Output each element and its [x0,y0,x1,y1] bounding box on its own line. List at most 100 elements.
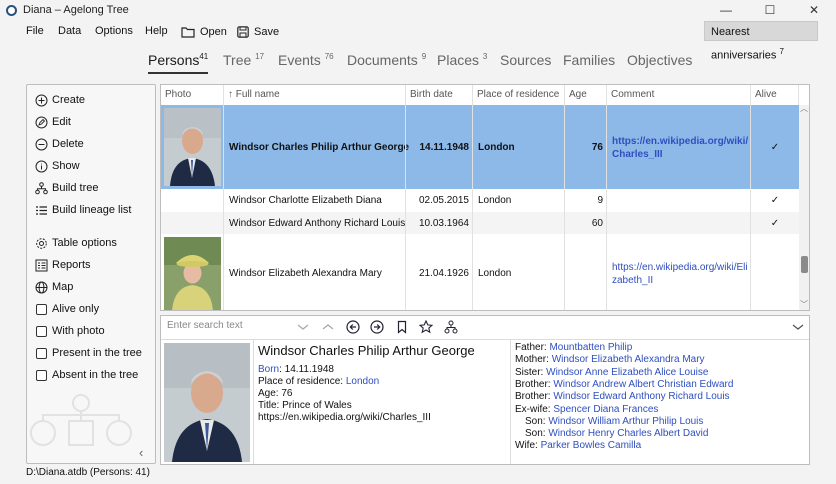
relation-link[interactable]: Windsor William Arthur Philip Louis [548,416,703,427]
tab-label: Persons [148,52,200,68]
col-header-photo[interactable]: Photo [161,85,224,105]
cell-alive: ✓ [770,217,780,229]
table-scrollbar[interactable]: ︿ ﹀ [799,103,809,310]
relation-link[interactable]: Windsor Anne Elizabeth Alice Louise [546,367,708,378]
tab-events[interactable]: Events 76 [278,52,334,68]
with-photo-checkbox[interactable]: With photo [35,323,105,339]
col-divider [564,85,565,310]
relation-link[interactable]: Windsor Henry Charles Albert David [548,428,708,439]
show-button[interactable]: Show [35,158,80,174]
menu-options[interactable]: Options [95,25,133,37]
cell-age: 9 [597,195,603,206]
relation-label: Wife: [515,440,541,452]
title-bar: Diana – Agelong Tree — ☐ ✕ [0,0,836,21]
edit-button[interactable]: Edit [35,114,71,130]
tab-count: 17 [255,52,265,61]
create-button[interactable]: Create [35,92,85,108]
collapse-panel-icon[interactable] [791,320,805,334]
chevron-up-icon[interactable] [321,320,335,334]
relation-link[interactable]: Windsor Edward Anthony Richard Louis [553,391,729,402]
open-button[interactable]: Open [181,24,227,40]
back-arrow-icon[interactable] [346,320,360,334]
relation-item: Brother: Windsor Andrew Albert Christian… [515,379,733,390]
cell-comment-link-cont[interactable]: Charles_III [612,149,663,160]
table-options-button[interactable]: Table options [35,235,117,251]
tab-label: Tree [223,52,252,68]
status-bar: D:\Diana.atdb (Persons: 41) [26,467,150,478]
menu-file[interactable]: File [26,25,44,37]
edit-label: Edit [52,116,71,128]
map-button[interactable]: Map [35,279,73,295]
forward-arrow-icon[interactable] [370,320,384,334]
checkbox-box[interactable] [36,369,47,381]
born-link[interactable]: Born [258,364,279,375]
menu-help[interactable]: Help [145,25,168,37]
col-divider [223,85,224,310]
collapse-sidebar-icon[interactable]: ‹ [139,445,143,460]
cell-comment-link[interactable]: https://en.wikipedia.org/wiki/ [612,136,748,147]
present-in-tree-checkbox[interactable]: Present in the tree [35,345,142,361]
wiki-link[interactable]: https://en.wikipedia.org/wiki/Charles_II… [258,412,431,423]
minimize-button[interactable]: — [704,0,748,21]
born-line: Born: 14.11.1948 [258,364,334,375]
relation-link[interactable]: Spencer Diana Frances [553,404,658,415]
search-input[interactable]: Enter search text [167,320,243,331]
alive-only-checkbox[interactable]: Alive only [35,301,99,317]
close-button[interactable]: ✕ [792,0,836,21]
tab-persons[interactable]: Persons41 [148,52,209,74]
build-lineage-button[interactable]: Build lineage list [35,202,132,218]
col-header-place[interactable]: Place of residence [473,85,565,105]
save-button[interactable]: Save [237,24,279,40]
menu-data[interactable]: Data [58,25,81,37]
residence-link[interactable]: London [346,376,379,387]
relation-label: Son: [525,428,549,440]
show-label: Show [52,160,80,172]
detail-divider [510,340,511,464]
relation-item: Father: Mountbatten Philip [515,342,632,353]
table-options-label: Table options [52,237,117,249]
maximize-button[interactable]: ☐ [748,0,792,21]
reports-button[interactable]: Reports [35,257,91,273]
relation-link[interactable]: Windsor Andrew Albert Christian Edward [553,379,733,390]
cell-comment-link[interactable]: https://en.wikipedia.org/wiki/Eli [612,262,748,273]
relation-label: Sister: [515,366,547,378]
alive-only-label: Alive only [52,303,100,315]
tab-sources[interactable]: Sources [500,52,551,68]
tree-icon[interactable] [444,320,458,334]
scroll-thumb[interactable] [801,256,808,273]
absent-in-tree-checkbox[interactable]: Absent in the tree [35,367,138,383]
tab-families[interactable]: Families [563,52,615,68]
open-label: Open [200,26,227,38]
chevron-down-icon[interactable] [296,320,310,334]
relation-item: Wife: Parker Bowles Camilla [515,440,641,451]
col-header-full-name[interactable]: ↑ Full name [224,85,406,105]
relation-link[interactable]: Parker Bowles Camilla [541,440,642,451]
tab-count: 76 [324,52,334,61]
relation-item: Brother: Windsor Edward Anthony Richard … [515,391,730,402]
relation-link[interactable]: Mountbatten Philip [549,342,632,353]
col-header-alive[interactable]: Alive [751,85,799,105]
delete-button[interactable]: Delete [35,136,84,152]
checkbox-box[interactable] [36,325,47,337]
col-header-age[interactable]: Age [565,85,607,105]
build-tree-button[interactable]: Build tree [35,180,98,196]
reports-label: Reports [52,259,91,271]
tab-objectives[interactable]: Objectives [627,52,692,68]
checkbox-box[interactable] [36,347,47,359]
col-header-comment[interactable]: Comment [607,85,751,105]
tab-tree[interactable]: Tree 17 [223,52,264,68]
bookmark-icon[interactable] [395,320,409,334]
nearest-anniversaries-button[interactable]: Nearest anniversaries 7 [704,21,818,62]
scroll-down-icon[interactable]: ﹀ [800,299,808,310]
star-icon[interactable] [419,320,433,334]
cell-comment-link-cont[interactable]: zabeth_II [612,275,653,286]
tab-documents[interactable]: Documents 9 [347,52,426,68]
delete-label: Delete [52,138,84,150]
scroll-up-icon[interactable]: ︿ [800,103,808,114]
checkbox-box[interactable] [36,303,47,315]
relation-link[interactable]: Windsor Elizabeth Alexandra Mary [552,354,705,365]
tab-places[interactable]: Places 3 [437,52,487,68]
col-header-birth-date[interactable]: Birth date [406,85,473,105]
tab-label: Places [437,52,480,68]
cell-birth-date: 21.04.1926 [418,267,469,279]
